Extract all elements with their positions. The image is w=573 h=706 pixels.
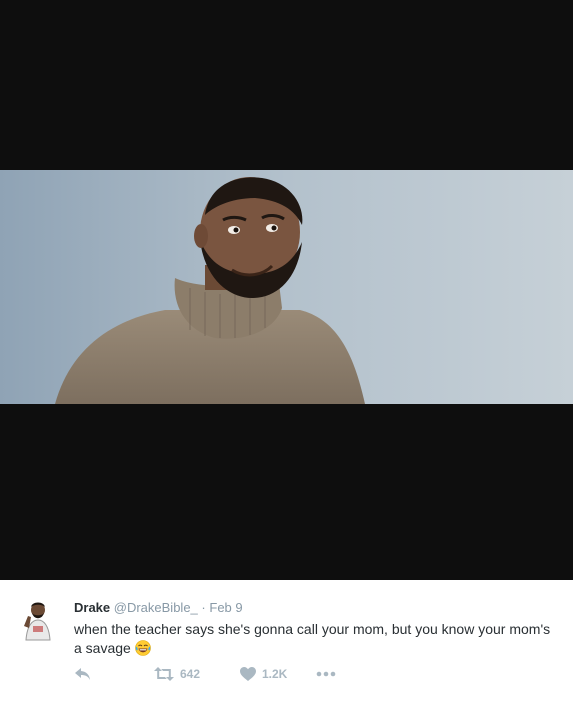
tweet-media[interactable] <box>0 0 573 580</box>
reply-icon <box>75 668 90 680</box>
tweet-date[interactable]: Feb 9 <box>209 600 242 615</box>
reply-button[interactable] <box>74 664 92 684</box>
more-button[interactable] <box>316 664 336 684</box>
retweet-icon <box>154 667 174 681</box>
media-photo <box>0 170 573 404</box>
heart-icon <box>240 667 256 681</box>
avatar[interactable] <box>16 598 60 642</box>
author-handle[interactable]: @DrakeBible_ <box>114 600 198 615</box>
tweet-text-container: when the teacher says she's gonna call y… <box>74 620 554 658</box>
more-dots-icon <box>316 671 336 677</box>
retweet-count: 642 <box>180 667 201 681</box>
retweet-button[interactable]: 642 <box>154 664 200 684</box>
separator-dot: · <box>201 600 206 615</box>
author-name[interactable]: Drake <box>74 600 110 615</box>
tweet: Drake @DrakeBible_ · Feb 9 when the teac… <box>0 580 573 706</box>
tweet-actions: 642 1.2K <box>74 664 554 684</box>
tears-of-joy-emoji-icon <box>134 640 151 656</box>
like-count: 1.2K <box>262 667 288 681</box>
like-button[interactable]: 1.2K <box>240 664 287 684</box>
